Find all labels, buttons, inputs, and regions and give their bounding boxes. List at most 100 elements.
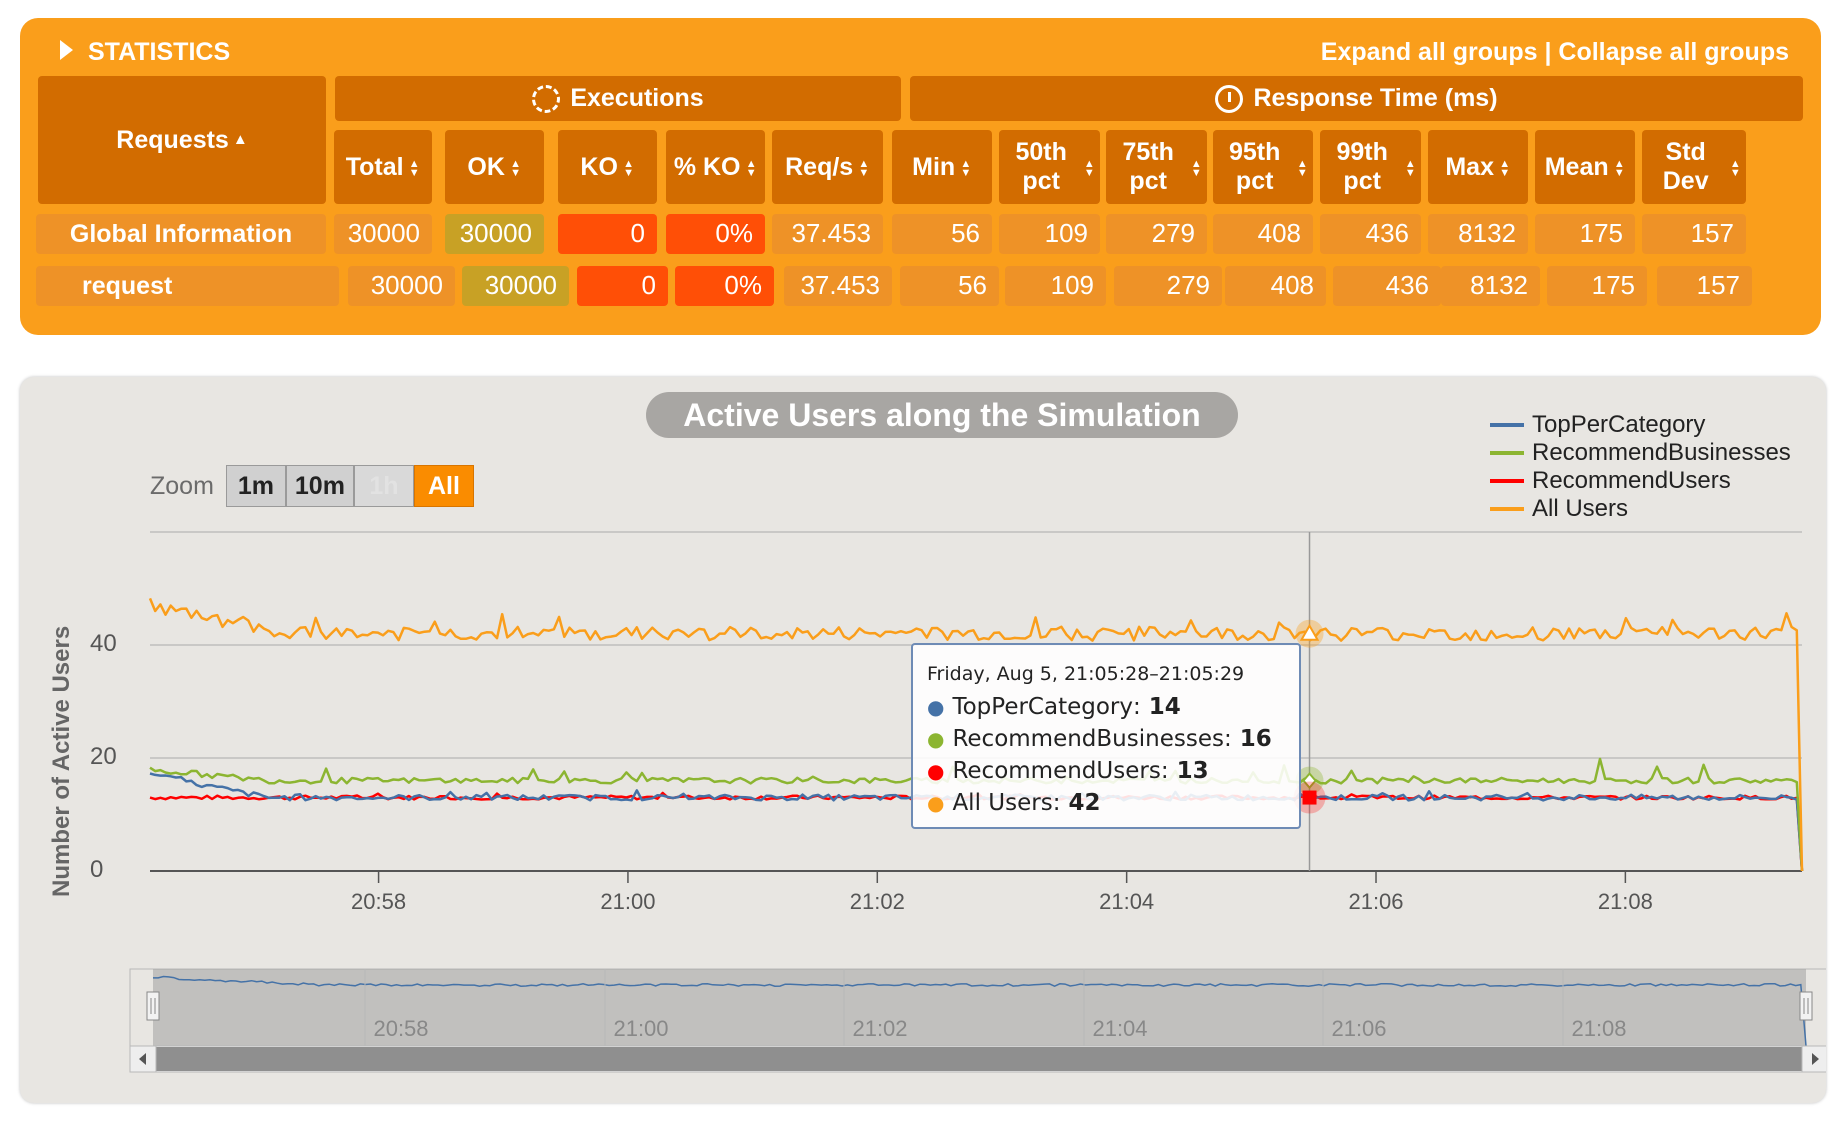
- x-tick-label: 21:08: [1597, 889, 1653, 914]
- sort-icon: ▲▼: [1296, 158, 1309, 176]
- column-header-min[interactable]: Min ▲▼: [892, 130, 992, 204]
- statistics-title: STATISTICS: [88, 38, 231, 66]
- series-dot-icon: ●: [927, 727, 945, 751]
- table-cell-ko: 0: [558, 214, 657, 254]
- table-cell-max: 8132: [1441, 266, 1540, 306]
- scrollbar-thumb[interactable]: [156, 1047, 1802, 1071]
- tooltip-row: ● RecommendBusinesses:16: [927, 723, 1285, 755]
- statistics-panel: STATISTICS Expand all groups | Collapse …: [20, 18, 1821, 335]
- table-cell-ko: 0: [577, 266, 668, 306]
- tooltip-series-name: RecommendBusinesses: [952, 726, 1224, 752]
- highlight-marker-recommend-users: [1302, 790, 1317, 805]
- table-cell-ok: 30000: [462, 266, 569, 306]
- column-header-pct-ko[interactable]: % KO ▲▼: [666, 130, 765, 204]
- column-header-95th-pct[interactable]: 95th pct ▲▼: [1213, 130, 1313, 204]
- sort-icon: ▲▼: [622, 158, 635, 176]
- group-links: Expand all groups | Collapse all groups: [1321, 38, 1789, 67]
- sort-icon: ▲▼: [1190, 158, 1203, 176]
- x-tick-label: 21:04: [1099, 889, 1155, 914]
- column-header-ok[interactable]: OK ▲▼: [445, 130, 544, 204]
- table-cell-pct-ko: 0%: [675, 266, 774, 306]
- sort-icon: ▲▼: [509, 158, 522, 176]
- column-header-99th-pct[interactable]: 99th pct ▲▼: [1320, 130, 1421, 204]
- requests-header-label: Requests: [116, 125, 229, 154]
- sort-icon: ▲▼: [1613, 158, 1626, 176]
- column-header-total[interactable]: Total ▲▼: [334, 130, 432, 204]
- table-cell-99th-pct: 436: [1320, 214, 1421, 254]
- navigator-tick-label: 21:02: [852, 1016, 908, 1041]
- sort-asc-icon: ▲: [232, 131, 248, 149]
- column-header-req-s[interactable]: Req/s ▲▼: [772, 130, 883, 204]
- table-cell-95th-pct: 408: [1225, 266, 1326, 306]
- column-header-label: Mean: [1544, 152, 1609, 181]
- collapse-toggle-icon[interactable]: [52, 34, 82, 64]
- tooltip-row: ● TopPerCategory:14: [927, 691, 1285, 723]
- series-dot-icon: ●: [927, 791, 945, 815]
- column-header-75th-pct[interactable]: 75th pct ▲▼: [1106, 130, 1207, 204]
- tooltip-colon: :: [1132, 694, 1141, 720]
- column-header-std-dev[interactable]: Std Dev ▲▼: [1642, 130, 1746, 204]
- navigator-tick-label: 21:04: [1092, 1016, 1148, 1041]
- table-cell-75th-pct: 279: [1106, 214, 1207, 254]
- tooltip-colon: :: [1052, 790, 1061, 816]
- active-users-chart-panel: Active Users along the Simulation TopPer…: [20, 377, 1826, 1103]
- navigator-tick-label: 21:00: [613, 1016, 669, 1041]
- x-tick-label: 21:02: [849, 889, 905, 914]
- column-header-label: Max: [1445, 152, 1494, 181]
- column-header-mean[interactable]: Mean ▲▼: [1535, 130, 1635, 204]
- series-dot-icon: ●: [927, 759, 945, 783]
- response-time-group-header: Response Time (ms): [910, 76, 1803, 121]
- column-header-50th-pct[interactable]: 50th pct ▲▼: [999, 130, 1100, 204]
- table-cell-75th-pct: 279: [1114, 266, 1222, 306]
- navigator-left-handle[interactable]: [146, 991, 160, 1021]
- tooltip-series-value: 14: [1148, 694, 1181, 720]
- table-cell-50th-pct: 109: [1005, 266, 1106, 306]
- clock-icon: [1215, 84, 1244, 113]
- table-row-name[interactable]: request: [36, 266, 339, 306]
- table-cell-min: 56: [900, 266, 999, 306]
- requests-header[interactable]: Requests ▲: [38, 76, 326, 204]
- tooltip-series-name: RecommendUsers: [952, 758, 1161, 784]
- sort-icon: ▲▼: [745, 158, 758, 176]
- column-header-label: Total: [345, 152, 404, 181]
- table-cell-50th-pct: 109: [999, 214, 1100, 254]
- tooltip-row: ● RecommendUsers:13: [927, 755, 1285, 787]
- sort-icon: ▲▼: [959, 158, 972, 176]
- column-header-label: 99th pct: [1336, 138, 1388, 195]
- navigator-tick-label: 21:08: [1571, 1016, 1627, 1041]
- executions-group-header: Executions: [335, 76, 901, 121]
- table-cell-pct-ko: 0%: [666, 214, 765, 254]
- y-tick-label: 40: [90, 630, 117, 657]
- table-row-name[interactable]: Global Information: [36, 214, 326, 254]
- table-cell-req-s: 37.453: [784, 266, 892, 306]
- tooltip-row: ● All Users:42: [927, 787, 1285, 819]
- column-header-label: Std Dev: [1662, 138, 1709, 195]
- table-cell-total: 30000: [334, 214, 432, 254]
- statistics-header: STATISTICS Expand all groups | Collapse …: [20, 18, 1821, 80]
- sort-icon: ▲▼: [1404, 158, 1417, 176]
- table-cell-mean: 175: [1547, 266, 1647, 306]
- column-header-label: OK: [467, 152, 505, 181]
- column-header-max[interactable]: Max ▲▼: [1428, 130, 1528, 204]
- expand-all-groups-link[interactable]: Expand all groups: [1321, 38, 1538, 66]
- sort-icon: ▲▼: [1498, 158, 1511, 176]
- column-header-label: 75th pct: [1122, 138, 1174, 195]
- tooltip-colon: :: [1223, 726, 1232, 752]
- table-cell-std-dev: 157: [1657, 266, 1752, 306]
- column-header-label: % KO: [673, 152, 741, 181]
- tooltip-series-value: 42: [1068, 790, 1101, 816]
- table-cell-max: 8132: [1428, 214, 1528, 254]
- navigator-right-handle[interactable]: [1799, 991, 1813, 1021]
- tooltip-series-name: TopPerCategory: [952, 694, 1133, 720]
- x-tick-label: 20:58: [351, 889, 407, 914]
- table-cell-ok: 30000: [445, 214, 544, 254]
- collapse-all-groups-link[interactable]: Collapse all groups: [1558, 38, 1789, 66]
- navigator-tick-label: 21:06: [1331, 1016, 1387, 1041]
- tooltip-series-name: All Users: [952, 790, 1053, 816]
- link-separator: |: [1537, 38, 1559, 66]
- column-header-ko[interactable]: KO ▲▼: [558, 130, 657, 204]
- y-tick-label: 0: [90, 856, 104, 883]
- sort-icon: ▲▼: [408, 158, 421, 176]
- table-cell-std-dev: 157: [1642, 214, 1746, 254]
- column-header-label: KO: [580, 152, 618, 181]
